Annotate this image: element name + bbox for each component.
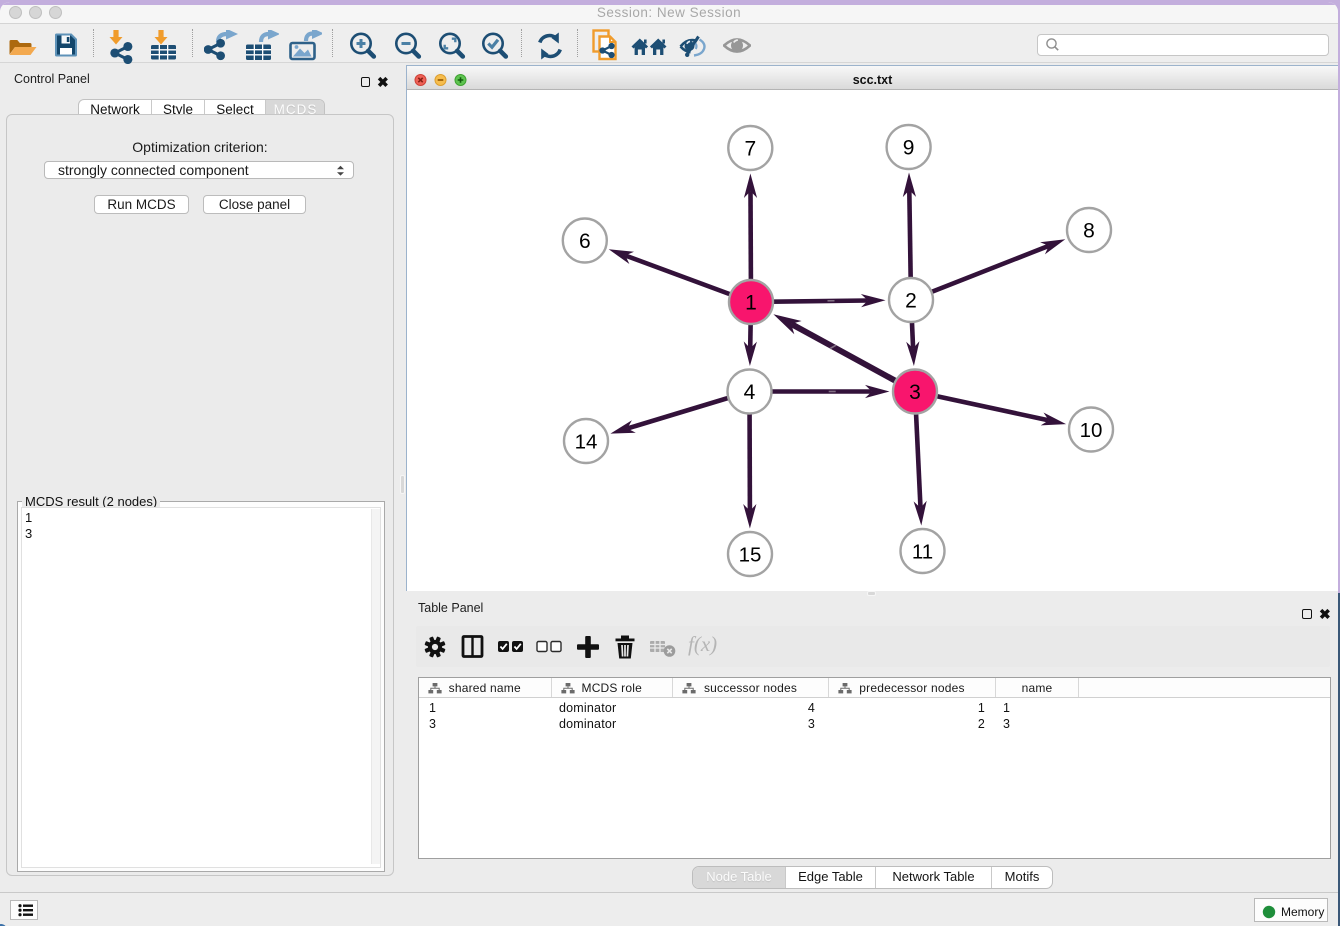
svg-text:7: 7 — [744, 138, 756, 161]
svg-text:6: 6 — [579, 230, 591, 253]
svg-text:10: 10 — [1080, 419, 1103, 442]
svg-text:11: 11 — [912, 541, 933, 564]
svg-text:2: 2 — [905, 290, 917, 313]
svg-text:4: 4 — [744, 381, 756, 404]
svg-text:14: 14 — [575, 431, 598, 454]
svg-text:15: 15 — [739, 544, 762, 567]
svg-text:3: 3 — [909, 381, 921, 404]
svg-text:1: 1 — [745, 292, 757, 315]
svg-text:8: 8 — [1083, 220, 1095, 243]
svg-text:9: 9 — [903, 137, 915, 160]
